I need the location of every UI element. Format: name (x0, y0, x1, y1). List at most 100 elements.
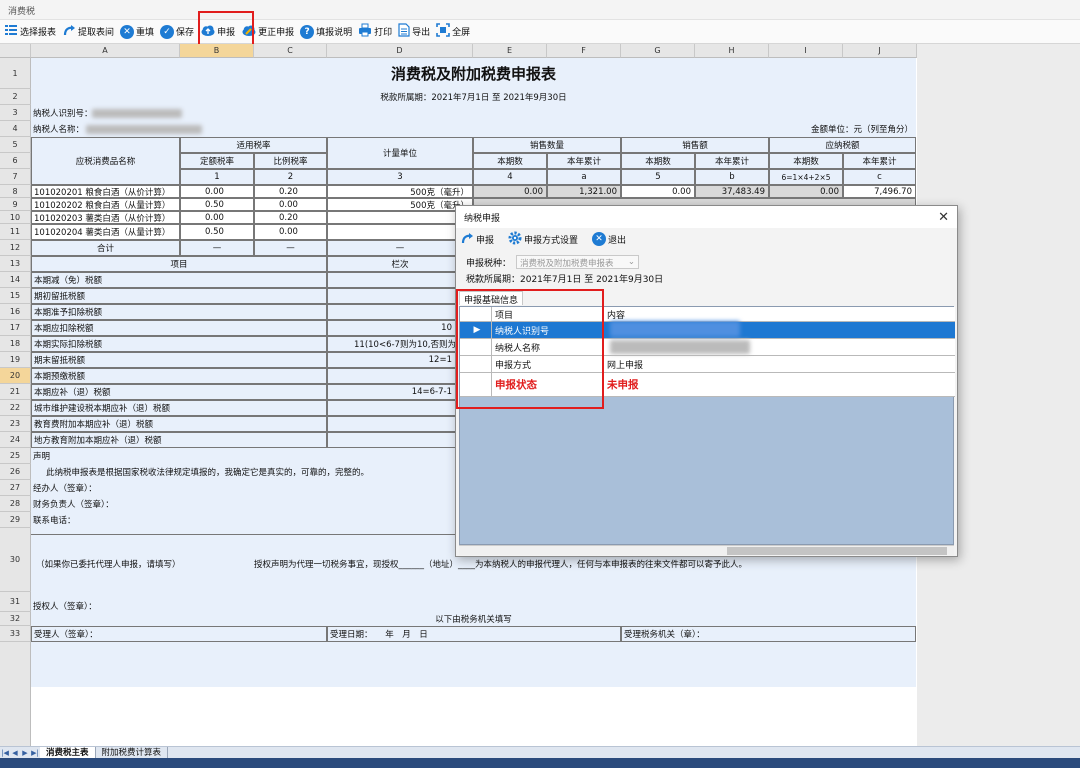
row-header[interactable]: 10 (0, 211, 31, 224)
row-header[interactable]: 18 (0, 336, 31, 352)
help-circle-icon: ? (300, 24, 315, 39)
grid-row[interactable]: 申报方式 网上申报 (460, 356, 955, 373)
header-sales-amt: 销售额 (621, 137, 769, 153)
correct-declare-button[interactable]: 更正申报 (241, 23, 294, 40)
unit-value[interactable]: 500克（毫升） (327, 185, 473, 198)
row-header[interactable]: 2 (0, 89, 31, 105)
row-header[interactable]: 4 (0, 121, 31, 137)
tab-basic-info[interactable]: 申报基础信息 (459, 291, 524, 306)
row-header[interactable]: 25 (0, 448, 31, 464)
export-button[interactable]: 导出 (398, 23, 430, 40)
last-sheet-icon[interactable]: ▶| (30, 749, 40, 757)
sales-qty-value[interactable]: 0.00 (473, 185, 547, 198)
first-sheet-icon[interactable]: |◀ (0, 749, 10, 757)
fill-guide-button[interactable]: ? 填报说明 (300, 24, 352, 39)
fullscreen-icon (436, 23, 450, 40)
row-header[interactable]: 16 (0, 304, 31, 320)
sales-qty-ytd-value[interactable]: 1,321.00 (547, 185, 621, 198)
select-report-button[interactable]: 选择报表 (4, 23, 56, 40)
row-header[interactable]: 3 (0, 105, 31, 121)
row-header[interactable]: 27 (0, 480, 31, 496)
row-header[interactable]: 24 (0, 432, 31, 448)
unit-value[interactable]: 500克（毫升） (327, 198, 473, 211)
unit-value[interactable] (327, 224, 473, 240)
column-header-g[interactable]: G (621, 44, 695, 58)
row-header[interactable]: 29 (0, 512, 31, 528)
scroll-thumb[interactable] (727, 547, 947, 555)
row-header[interactable]: 31 (0, 592, 31, 612)
prop-rate-value[interactable]: 0.20 (254, 211, 327, 224)
row-header[interactable]: 8 (0, 185, 31, 198)
prev-sheet-icon[interactable]: ◀ (10, 749, 20, 757)
prop-rate-value[interactable]: 0.00 (254, 224, 327, 240)
row-header[interactable]: 7 (0, 169, 31, 185)
fullscreen-button[interactable]: 全屏 (436, 23, 470, 40)
corner-cell[interactable] (0, 44, 31, 58)
row-header[interactable]: 9 (0, 198, 31, 211)
tax-value[interactable]: 0.00 (769, 185, 843, 198)
tax-type-select[interactable]: 消费税及附加税费申报表 ⌄ (516, 255, 639, 269)
dialog-declare-button[interactable]: 申报 (460, 231, 494, 248)
row-header[interactable]: 1 (0, 58, 31, 89)
column-header-a[interactable]: A (31, 44, 180, 58)
column-header-c[interactable]: C (254, 44, 327, 58)
next-sheet-icon[interactable]: ▶ (20, 749, 30, 757)
row-header[interactable]: 28 (0, 496, 31, 512)
sales-amt-value[interactable]: 0.00 (621, 185, 695, 198)
row-header[interactable]: 26 (0, 464, 31, 480)
product-name[interactable]: 101020202 粮食白酒（从量计算） (31, 198, 180, 211)
item-label: 地方教育附加本期应补（退）税额 (31, 432, 327, 448)
fixed-rate-value[interactable]: 0.00 (180, 185, 254, 198)
prop-rate-value[interactable]: 0.00 (254, 198, 327, 211)
row-header[interactable]: 19 (0, 352, 31, 368)
grid-row[interactable]: 申报状态 未申报 (460, 373, 955, 397)
taxpayer-name-redacted (610, 340, 750, 354)
column-header-h[interactable]: H (695, 44, 769, 58)
column-header-e[interactable]: E (473, 44, 547, 58)
row-header[interactable]: 5 (0, 137, 31, 153)
row-header[interactable]: 13 (0, 256, 31, 272)
tab-surcharge-sheet[interactable]: 附加税费计算表 (96, 746, 169, 759)
row-header[interactable]: 12 (0, 240, 31, 256)
product-name[interactable]: 101020204 薯类白酒（从量计算） (31, 224, 180, 240)
row-header[interactable]: 30 (0, 528, 31, 592)
column-header-f[interactable]: F (547, 44, 621, 58)
tax-ytd-value[interactable]: 7,496.70 (843, 185, 916, 198)
exit-button[interactable]: ✕ 退出 (592, 232, 626, 246)
row-header[interactable]: 23 (0, 416, 31, 432)
horizontal-scrollbar[interactable] (459, 545, 954, 555)
refill-label: 重填 (136, 28, 155, 38)
fetch-sheets-button[interactable]: 提取表间 (62, 23, 114, 40)
declare-settings-button[interactable]: 申报方式设置 (508, 231, 578, 248)
row-header[interactable]: 21 (0, 384, 31, 400)
row-header[interactable]: 11 (0, 224, 31, 240)
grid-cell-content[interactable]: 网上申报 (604, 356, 955, 372)
fixed-rate-value[interactable]: 0.50 (180, 198, 254, 211)
fixed-rate-value[interactable]: 0.50 (180, 224, 254, 240)
unit-value[interactable] (327, 211, 473, 224)
row-header[interactable]: 17 (0, 320, 31, 336)
row-header[interactable]: 33 (0, 626, 31, 642)
row-header[interactable]: 32 (0, 612, 31, 626)
declare-button[interactable]: 申报 (200, 23, 235, 40)
row-header[interactable]: 15 (0, 288, 31, 304)
save-button[interactable]: ✓ 保存 (160, 24, 194, 39)
item-col (327, 304, 473, 320)
product-name[interactable]: 101020201 粮食白酒（从价计算） (31, 185, 180, 198)
sales-amt-ytd-value[interactable]: 37,483.49 (695, 185, 769, 198)
fixed-rate-value[interactable]: 0.00 (180, 211, 254, 224)
row-header-selected[interactable]: 20 (0, 368, 31, 384)
row-header[interactable]: 22 (0, 400, 31, 416)
column-header-i[interactable]: I (769, 44, 843, 58)
row-header[interactable]: 6 (0, 153, 31, 169)
print-button[interactable]: 打印 (358, 23, 392, 40)
column-header-d[interactable]: D (327, 44, 473, 58)
column-header-j[interactable]: J (843, 44, 917, 58)
tab-main-sheet[interactable]: 消费税主表 (40, 746, 96, 759)
prop-rate-value[interactable]: 0.20 (254, 185, 327, 198)
row-header[interactable]: 14 (0, 272, 31, 288)
close-icon[interactable]: ✕ (938, 210, 949, 225)
product-name[interactable]: 101020203 薯类白酒（从价计算） (31, 211, 180, 224)
refill-button[interactable]: ✕ 重填 (120, 24, 155, 39)
column-header-b[interactable]: B (180, 44, 254, 58)
